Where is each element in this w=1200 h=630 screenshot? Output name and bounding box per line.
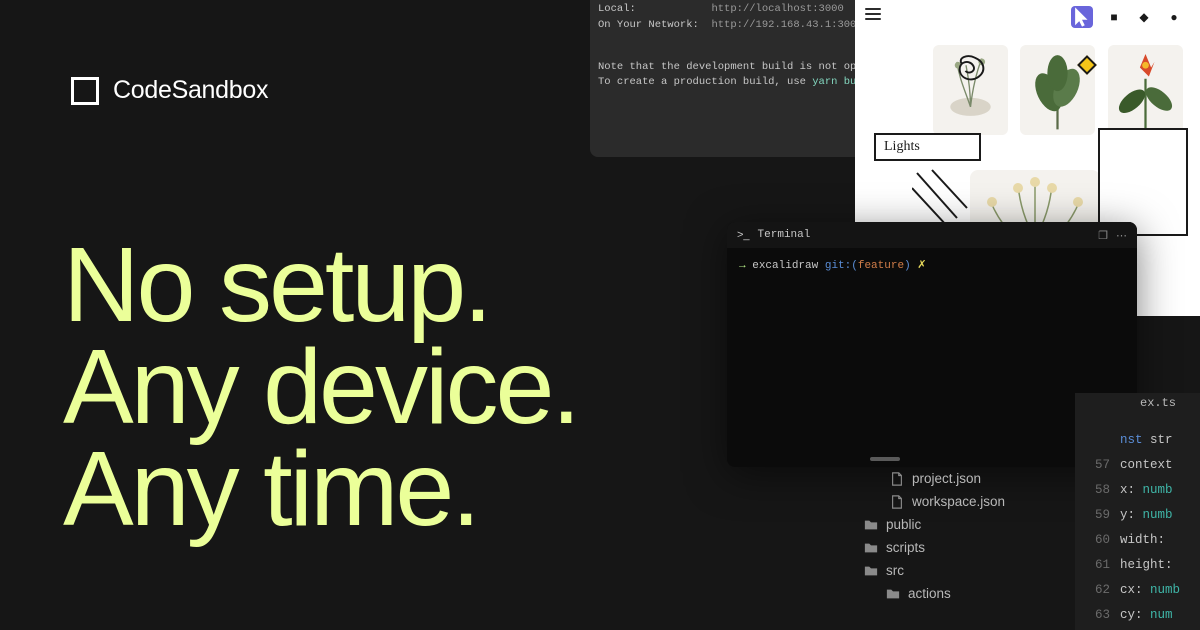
- more-icon[interactable]: ⋯: [1116, 229, 1127, 242]
- hero-line-3: Any time.: [63, 439, 578, 541]
- empty-frame[interactable]: [1098, 128, 1188, 236]
- file-tree: project.json workspace.json public scrip…: [855, 457, 1065, 605]
- tree-folder-src[interactable]: src: [855, 559, 1065, 582]
- local-label: Local:: [598, 3, 636, 15]
- tree-folder-scripts[interactable]: scripts: [855, 536, 1065, 559]
- tree-item-label: workspace.json: [912, 494, 1005, 509]
- popout-icon[interactable]: ❐: [1098, 229, 1108, 242]
- folder-icon: [863, 564, 878, 578]
- menu-icon[interactable]: [865, 8, 881, 20]
- lights-label-box[interactable]: Lights: [874, 133, 981, 161]
- line-number: 57: [1075, 453, 1110, 478]
- tree-item-label: src: [886, 563, 904, 578]
- brand: CodeSandbox: [71, 76, 268, 105]
- tree-file-project-json[interactable]: project.json: [855, 467, 1065, 490]
- devserver-build-cmd: yarn build: [812, 76, 855, 88]
- network-url: http://192.168.43.1:3000: [711, 19, 855, 31]
- logo-icon: [71, 77, 99, 105]
- tree-item-label: project.json: [912, 471, 981, 486]
- hero-line-1: No setup.: [63, 235, 578, 337]
- tree-item-label: public: [886, 517, 921, 532]
- line-number: 58: [1075, 478, 1110, 503]
- tree-file-workspace-json[interactable]: workspace.json: [855, 490, 1065, 513]
- diamond-tool-icon[interactable]: ◆: [1135, 8, 1153, 26]
- scribble-annotation: [954, 52, 992, 84]
- file-icon: [889, 495, 904, 509]
- devserver-output: Local: http://localhost:3000 On Your Net…: [590, 0, 855, 157]
- tree-item-label: scripts: [886, 540, 925, 555]
- arrow-annotations: [912, 168, 972, 228]
- line-number: 61: [1075, 553, 1110, 578]
- prompt-arrow: →: [739, 260, 746, 272]
- drawing-toolbar: ■ ◆ ● → —: [1071, 6, 1200, 28]
- terminal-cwd: excalidraw: [752, 260, 818, 272]
- editor-tab[interactable]: ex.ts: [1140, 392, 1176, 414]
- terminal-git-label: git:(: [825, 260, 858, 272]
- arrow-tool-icon[interactable]: →: [1195, 8, 1200, 26]
- line-number: 60: [1075, 528, 1110, 553]
- local-url: http://localhost:3000: [711, 3, 843, 15]
- tree-folder-actions[interactable]: actions: [855, 582, 1065, 605]
- tree-item-label: actions: [908, 586, 951, 601]
- network-label: On Your Network:: [598, 19, 699, 31]
- hero-line-2: Any device.: [63, 337, 578, 439]
- line-number: 62: [1075, 578, 1110, 603]
- lights-label-text: Lights: [884, 139, 920, 155]
- tree-drag-handle[interactable]: [870, 457, 900, 461]
- devserver-note-2-prefix: To create a production build, use: [598, 76, 812, 88]
- file-icon: [889, 472, 904, 486]
- editor-gutter: 57 58 59 60 61 62 63: [1075, 393, 1120, 630]
- devserver-note-1: Note that the development build is not o…: [598, 60, 847, 76]
- folder-icon: [863, 518, 878, 532]
- terminal-header: >_ Terminal ❐ ⋯: [727, 222, 1137, 248]
- hero-tagline: No setup. Any device. Any time.: [63, 235, 578, 540]
- terminal-branch: feature: [858, 260, 904, 272]
- editor-code[interactable]: nst str context x: numb y: numb width: h…: [1120, 393, 1180, 630]
- plant-thumbnail[interactable]: [1108, 45, 1183, 135]
- terminal-dirty-flag: ✗: [917, 260, 926, 272]
- tree-folder-public[interactable]: public: [855, 513, 1065, 536]
- circle-tool-icon[interactable]: ●: [1165, 8, 1183, 26]
- folder-icon: [885, 587, 900, 601]
- terminal-title: Terminal: [758, 229, 811, 241]
- folder-icon: [863, 541, 878, 555]
- code-editor[interactable]: ex.ts 57 58 59 60 61 62 63 nst str conte…: [1075, 393, 1200, 630]
- line-number: 59: [1075, 503, 1110, 528]
- terminal-prompt-icon: >_: [737, 229, 750, 241]
- terminal-body[interactable]: → excalidraw git:(feature) ✗: [727, 248, 1137, 282]
- line-number: 63: [1075, 603, 1110, 628]
- square-tool-icon[interactable]: ■: [1105, 8, 1123, 26]
- cursor-tool-icon[interactable]: [1071, 6, 1093, 28]
- terminal-git-suffix: ): [904, 260, 911, 272]
- brand-name: CodeSandbox: [113, 76, 268, 105]
